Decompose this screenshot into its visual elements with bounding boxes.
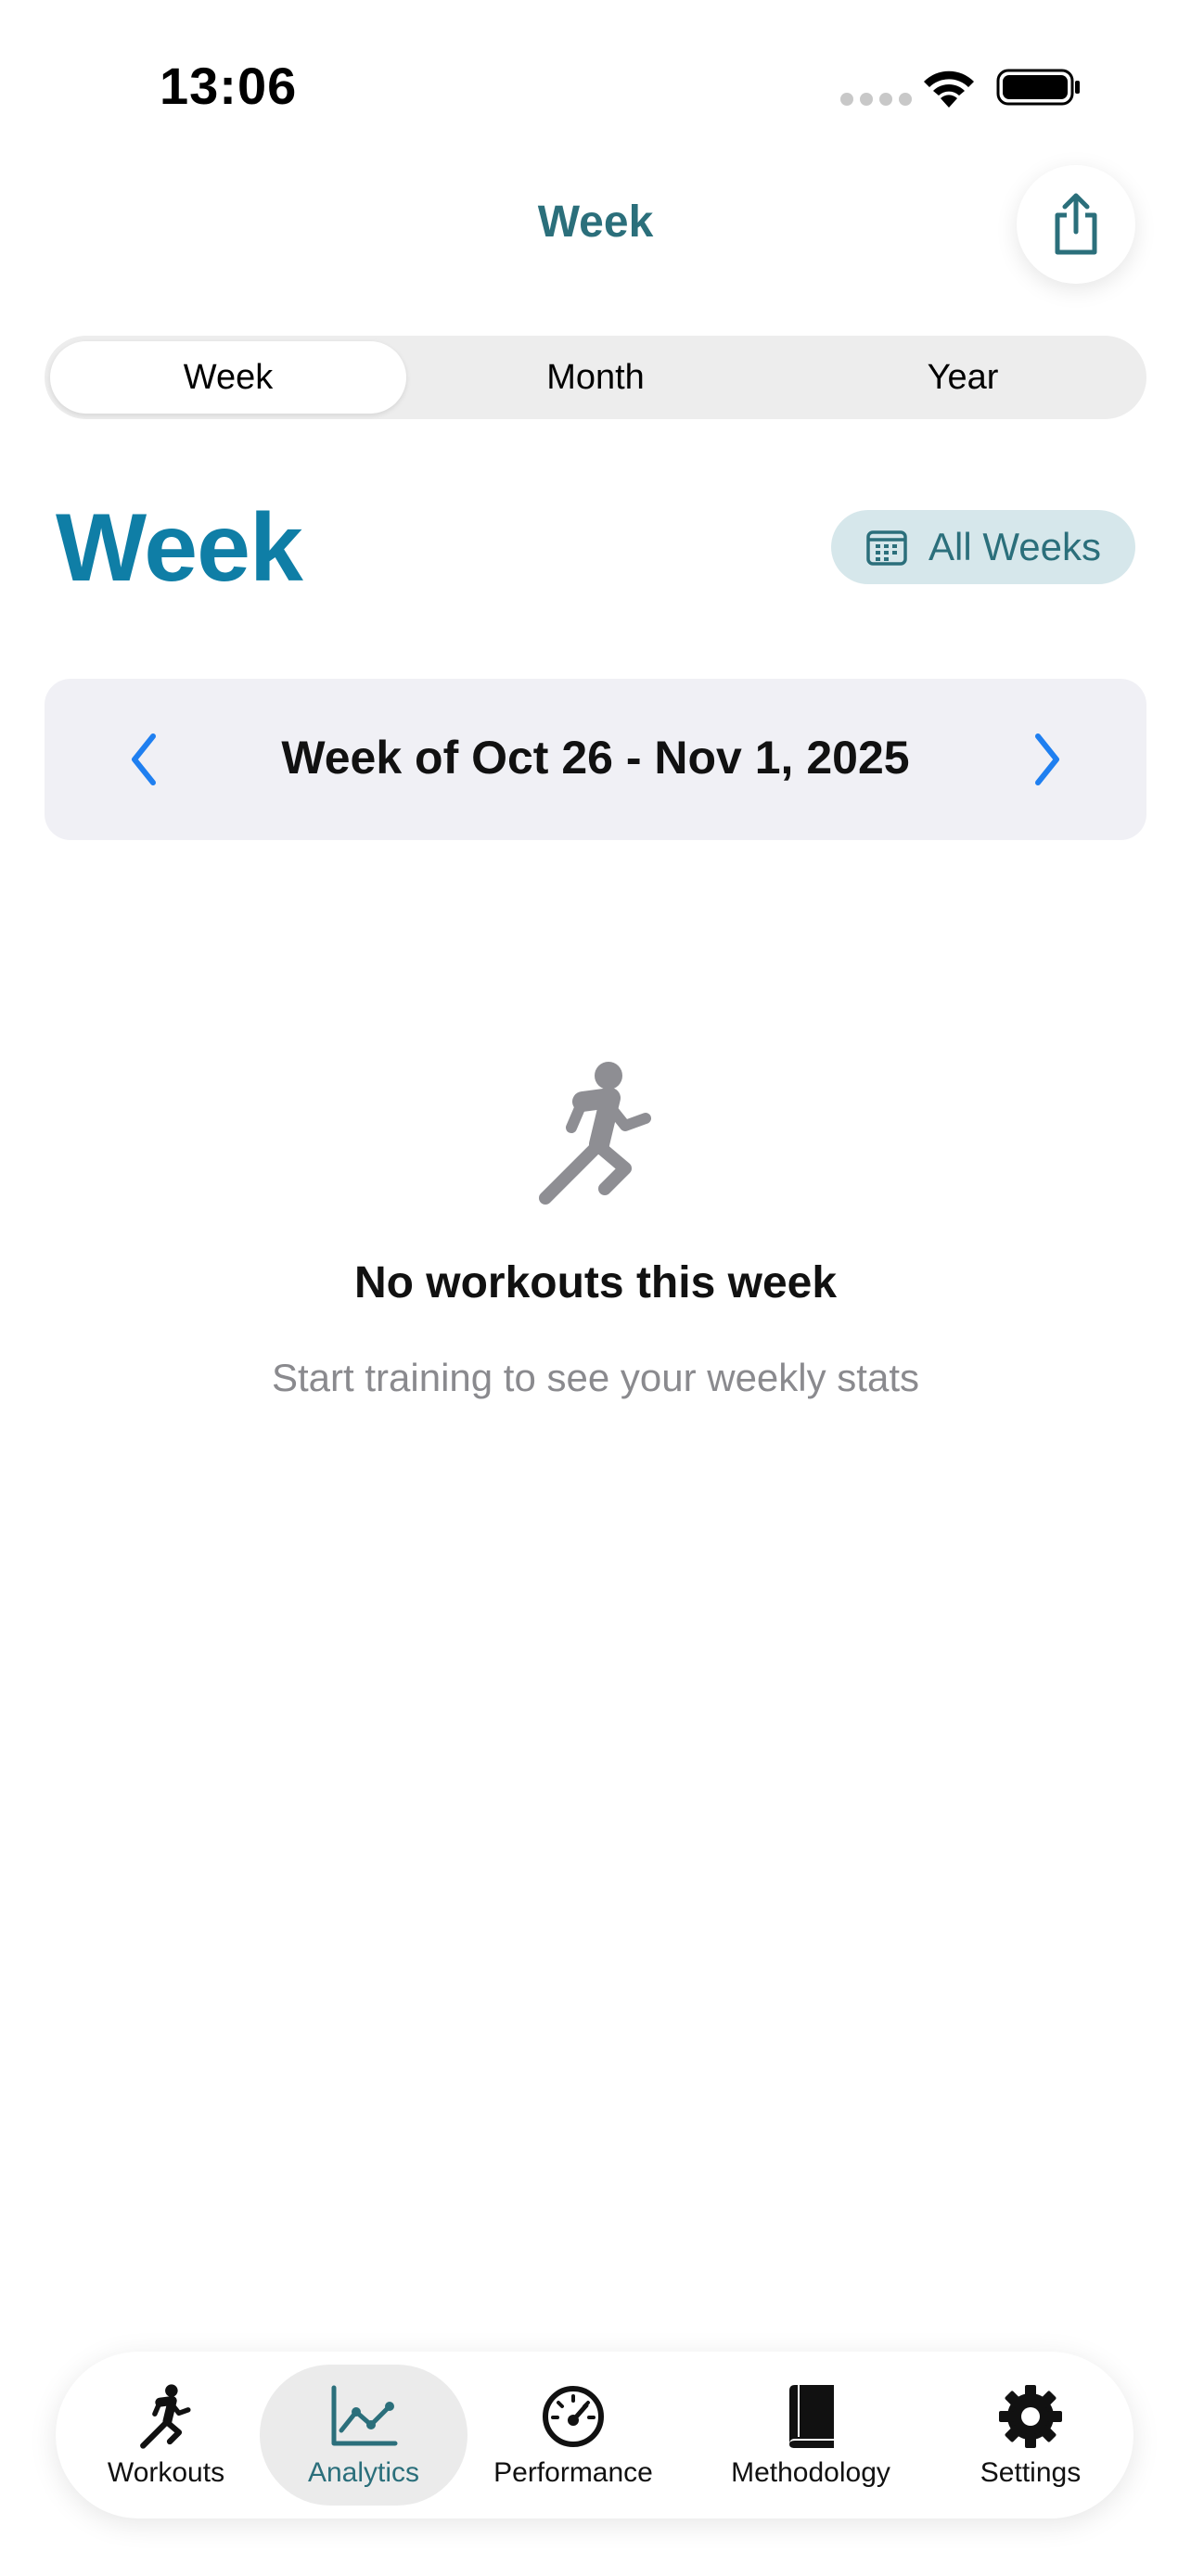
segment-week[interactable]: Week: [50, 341, 406, 414]
page-title: Week: [56, 494, 303, 602]
tab-label: Settings: [980, 2457, 1082, 2488]
running-figure-icon: [140, 2384, 191, 2449]
tab-label: Methodology: [731, 2457, 890, 2488]
book-icon: [789, 2385, 834, 2448]
cellular-signal-icon: [840, 93, 912, 106]
empty-state-title: No workouts this week: [353, 1258, 838, 1307]
wifi-icon: [924, 70, 974, 108]
segment-month[interactable]: Month: [417, 341, 774, 414]
line-chart-icon: [331, 2385, 398, 2446]
next-week-button[interactable]: [1005, 718, 1089, 801]
tab-methodology[interactable]: Methodology: [711, 2365, 911, 2506]
gear-icon: [999, 2385, 1062, 2448]
tab-label: Performance: [493, 2457, 653, 2488]
all-weeks-button[interactable]: All Weeks: [831, 510, 1135, 584]
tab-performance[interactable]: Performance: [480, 2365, 666, 2506]
tab-bar: Workouts Analytics Performance Methodolo…: [56, 2352, 1133, 2519]
nav-title: Week: [537, 198, 654, 247]
period-segmented-control: Week Month Year: [45, 336, 1146, 419]
running-figure-icon: [539, 1062, 651, 1205]
tab-analytics[interactable]: Analytics: [260, 2365, 467, 2506]
week-range-label: Week of Oct 26 - Nov 1, 2025: [281, 732, 910, 784]
tab-label: Workouts: [107, 2457, 225, 2488]
status-bar: 13:06: [0, 0, 1191, 176]
share-button[interactable]: [1017, 165, 1135, 284]
tab-workouts[interactable]: Workouts: [87, 2365, 245, 2506]
chevron-right-icon: [1035, 733, 1059, 785]
tab-settings[interactable]: Settings: [952, 2365, 1109, 2506]
all-weeks-label: All Weeks: [928, 525, 1101, 568]
status-time: 13:06: [160, 57, 298, 115]
week-navigator: Week of Oct 26 - Nov 1, 2025: [45, 679, 1146, 840]
tab-label: Analytics: [307, 2457, 420, 2488]
empty-state-subtitle: Start training to see your weekly stats: [272, 1356, 919, 1399]
share-icon: [1055, 193, 1097, 255]
calendar-icon: [866, 530, 907, 566]
gauge-icon: [543, 2386, 604, 2447]
battery-icon: [996, 69, 1080, 106]
segment-year[interactable]: Year: [785, 341, 1141, 414]
